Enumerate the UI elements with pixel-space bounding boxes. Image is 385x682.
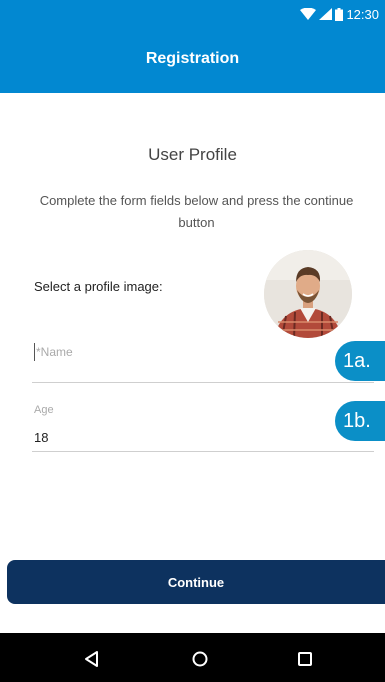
status-bar: 12:30 xyxy=(300,4,379,24)
age-label: Age xyxy=(34,404,54,416)
callout-badge-1a: 1a. xyxy=(335,341,385,381)
name-field-underline xyxy=(32,382,374,383)
battery-icon xyxy=(335,7,344,21)
profile-avatar[interactable] xyxy=(264,250,352,338)
age-field[interactable]: Age 18 xyxy=(28,386,378,456)
profile-image-label: Select a profile image: xyxy=(34,279,163,294)
name-field[interactable]: *Name xyxy=(28,329,378,383)
callout-badge-1b: 1b. xyxy=(335,401,385,441)
text-cursor xyxy=(34,343,35,361)
wifi-icon xyxy=(300,8,317,20)
page-title: User Profile xyxy=(148,145,237,164)
status-time: 12:30 xyxy=(346,6,379,22)
registration-form: User Profile Complete the form fields be… xyxy=(0,93,385,633)
profile-avatar-photo xyxy=(264,250,352,338)
signal-icon xyxy=(319,8,333,20)
app-bar: 12:30 Registration xyxy=(0,0,385,93)
form-instructions: Complete the form fields below and press… xyxy=(39,193,354,230)
back-triangle-icon[interactable] xyxy=(80,647,104,671)
system-nav-bar xyxy=(0,633,385,682)
home-circle-icon[interactable] xyxy=(188,647,212,671)
app-title: Registration xyxy=(145,50,240,67)
name-placeholder: *Name xyxy=(36,345,73,359)
age-value: 18 xyxy=(34,430,49,445)
recents-square-icon[interactable] xyxy=(293,647,317,671)
age-field-underline xyxy=(32,451,374,452)
continue-button[interactable]: Continue xyxy=(7,560,385,604)
